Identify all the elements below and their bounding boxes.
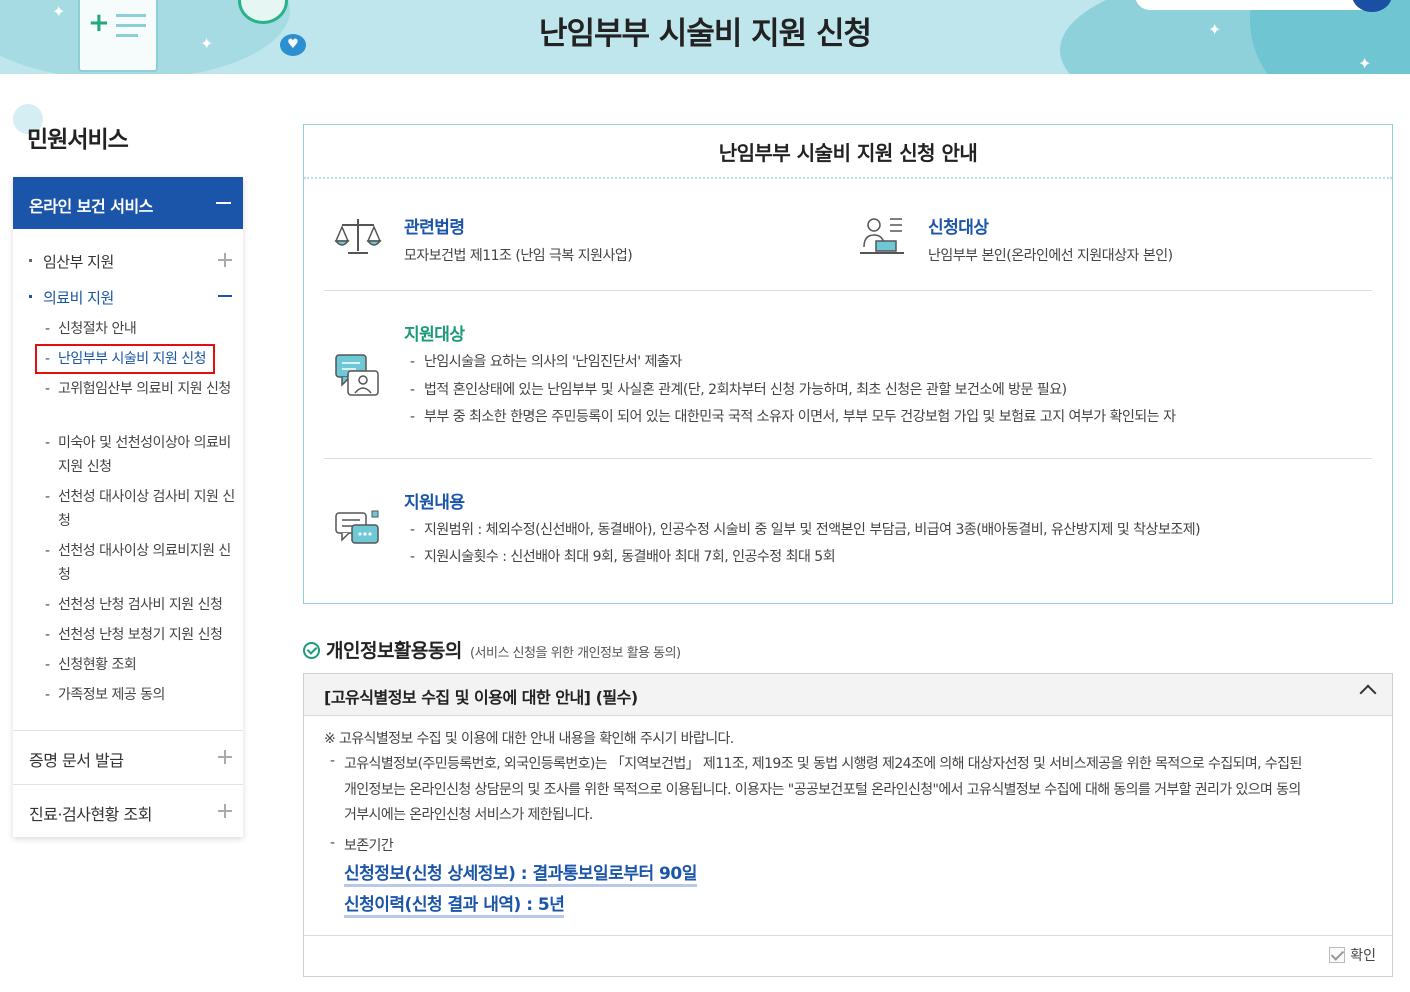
consent-subheading: (서비스 신청을 위한 개인정보 활용 동의) [469,646,681,661]
submenu-item[interactable]: - 선천성 대사이상 검사비 지원 신청 [45,485,235,533]
page-title: 난임부부 시술비 지원 신청 [538,16,872,52]
sidebar-item-medical-support[interactable]: 의료비 지원 [29,287,114,308]
speech-bubbles-icon [335,510,379,544]
scales-icon [334,219,382,254]
person-desk-icon [860,218,904,254]
check-circle-icon [303,642,320,659]
info-title: 난임부부 시술비 지원 신청 안내 [718,141,978,165]
eligibility-item: - 부부 중 최소한 한명은 주민등록이 되어 있는 대한민국 국적 소유자 이면… [410,409,1176,425]
consent-dash: - [330,753,335,769]
submenu-item[interactable]: - 선천성 난청 보청기 지원 신청 [45,623,235,647]
bullet-icon [29,295,32,298]
divider [304,177,1392,179]
consent-panel-toggle[interactable]: [고유식별정보 수집 및 이용에 대한 안내] (필수) [304,674,1392,716]
collapse-icon[interactable] [216,202,231,204]
sidebar-item-maternity[interactable]: 임산부 지원 [29,251,114,272]
expand-icon[interactable] [218,750,232,764]
divider [304,935,1392,936]
sidebar-section-online-health[interactable]: 온라인 보건 서비스 [13,177,243,229]
expand-icon[interactable] [218,253,232,267]
consent-body-line: 거부시에는 온라인신청 서비스가 제한됩니다. [344,807,593,823]
submenu-item[interactable]: - 선천성 대사이상 의료비지원 신청 [45,539,235,587]
law-heading: 관련법령 [404,218,465,238]
checkbox-icon[interactable] [1329,947,1346,963]
eligibility-item: - 난임시술을 요하는 의사의 '난임진단서' 제출자 [410,354,682,370]
sidebar-section-label: 온라인 보건 서비스 [29,197,153,216]
eligibility-item: - 법적 혼인상태에 있는 난임부부 및 사실혼 관계(단, 2회차부터 신청 가… [410,382,1067,398]
consent-notice: ※ 고유식별정보 수집 및 이용에 대한 안내 내용을 확인해 주시기 바랍니다… [324,731,734,747]
divider [13,730,243,731]
law-text: 모자보건법 제11조 (난임 극복 지원사업) [404,248,633,264]
consent-body-line: 고유식별정보(주민등록번호, 외국인등록번호)는 「지역보건법」 제11조, 제… [344,756,1302,772]
collapse-icon[interactable] [218,295,232,297]
page-banner: + ♥ ✦ ✦ ✦ ✦ 난임부부 시술비 지원 신청 [0,0,1410,74]
divider [324,458,1372,459]
sidebar-item-certificates[interactable]: 증명 문서 발급 [29,747,124,771]
eligibility-heading: 지원대상 [404,325,465,345]
sidebar-heading: 민원서비스 [27,127,129,153]
content-heading: 지원내용 [404,493,465,513]
sidebar-item-exam-status[interactable]: 진료·검사현황 조회 [29,801,152,825]
content-item: - 지원범위 : 체외수정(신선배아, 동결배아), 인공수정 시술비 중 일부 … [410,522,1201,538]
content-item: - 지원시술횟수 : 신선배아 최대 9회, 동결배아 최대 7회, 인공수정 최… [410,549,836,565]
divider [13,784,243,785]
expand-icon[interactable] [218,804,232,818]
consent-heading: 개인정보활용동의 (서비스 신청을 위한 개인정보 활용 동의) [303,636,681,663]
submenu-item[interactable]: - 선천성 난청 검사비 지원 신청 [45,593,235,617]
consent-dash: - [330,835,335,851]
applicant-text: 난임부부 본인(온라인에선 지원대상자 본인) [928,248,1173,264]
applicant-heading: 신청대상 [928,218,989,238]
retention-item: 신청정보(신청 상세정보) : 결과통보일로부터 90일 [344,859,697,887]
divider [324,290,1372,291]
submenu-item[interactable]: - 가족정보 제공 동의 [45,683,235,707]
submenu-item[interactable]: - 신청현황 조회 [45,653,235,677]
submenu-item[interactable]: - 신청절차 안내 [45,317,235,341]
confirm-checkbox[interactable]: 확인 [1329,945,1376,965]
sparkle-icon: ✦ [1358,54,1372,73]
consent-body-line: 개인정보는 온라인신청 상담문의 및 조사를 위한 목적으로 이용됩니다. 이용… [344,782,1301,798]
highlight-box [35,344,215,374]
bullet-icon [29,259,32,262]
sidebar-menu: 온라인 보건 서비스 임산부 지원 의료비 지원 - 신청절차 안내 - 난임부부 … [13,177,243,837]
submenu-item[interactable]: - 미숙아 및 선천성이상아 의료비 지원 신청 [45,431,235,479]
consent-panel-title: [고유식별정보 수집 및 이용에 대한 안내] (필수) [324,688,638,707]
info-panel: 난임부부 시술비 지원 신청 안내 관련법령 모자보건법 제11조 (난임 극복… [303,124,1393,604]
retention-item: 신청이력(신청 결과 내역) : 5년 [344,890,565,918]
consent-panel: [고유식별정보 수집 및 이용에 대한 안내] (필수) ※ 고유식별정보 수집… [303,673,1393,977]
retention-label: 보존기간 [344,838,394,854]
chat-person-icon [335,354,379,396]
submenu-item[interactable]: - 고위험임산부 의료비 지원 신청 [45,377,235,401]
chevron-up-icon[interactable] [1359,684,1377,702]
